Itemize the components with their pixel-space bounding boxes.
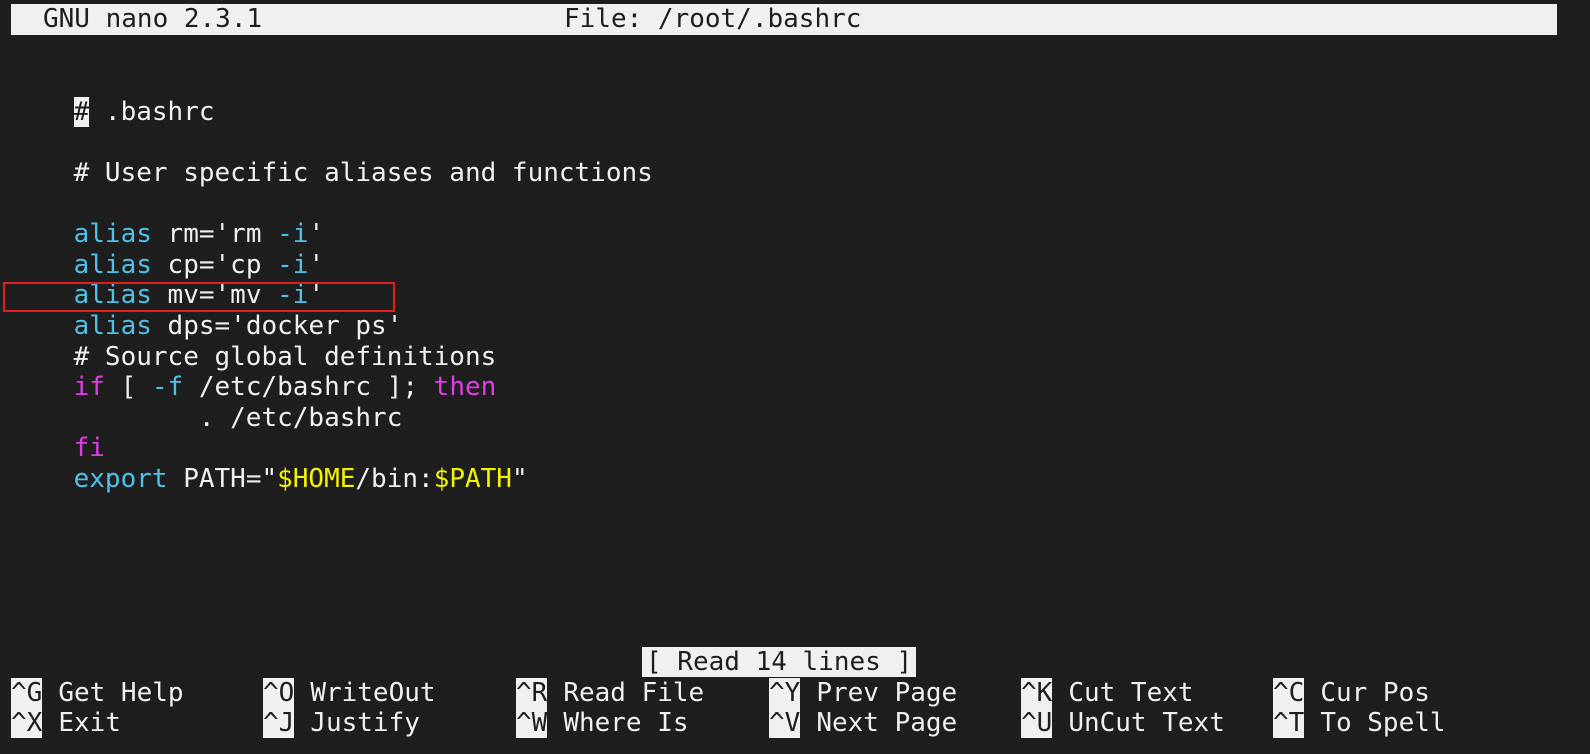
shortcut-label: WriteOut [310, 678, 436, 708]
editor-line-alias-rm[interactable]: alias rm='rm -i' [11, 188, 324, 249]
shortcut-label: Next Page [816, 708, 958, 738]
shortcut-label: Cur Pos [1320, 678, 1430, 708]
editor-line-alias-cp[interactable]: alias cp='cp -i' [11, 219, 324, 280]
shortcut-key: ^C [1273, 678, 1305, 708]
shortcut-label: UnCut Text [1068, 708, 1225, 738]
line-text: /bin: [355, 464, 434, 494]
editor-line-export[interactable]: export PATH="$HOME/bin:$PATH" [11, 433, 528, 494]
shortcut-exit[interactable]: ^X Exit [11, 708, 121, 739]
shortcut-label: Prev Page [816, 678, 958, 708]
shortcut-key: ^W [516, 708, 548, 738]
then-keyword: then [433, 372, 497, 402]
highlight-annotation-box [3, 282, 395, 312]
variable-home: $HOME [277, 464, 356, 494]
shortcut-read-file[interactable]: ^R Read File [516, 678, 704, 709]
shortcut-label: Exit [58, 708, 121, 738]
shortcut-writeout[interactable]: ^O WriteOut [263, 678, 436, 709]
shortcut-key: ^K [1021, 678, 1053, 708]
editor-line-source[interactable]: . /etc/bashrc [11, 372, 403, 433]
shortcut-key: ^T [1273, 708, 1305, 738]
shortcut-key: ^U [1021, 708, 1053, 738]
line-text: . /etc/bashrc [73, 403, 403, 433]
shortcut-uncut-text[interactable]: ^U UnCut Text [1021, 708, 1225, 739]
shortcut-where-is[interactable]: ^W Where Is [516, 708, 689, 739]
shortcut-label: Where Is [563, 708, 689, 738]
shortcut-key: ^Y [769, 678, 801, 708]
line-text: PATH=" [167, 464, 278, 494]
shortcut-justify[interactable]: ^J Justify [263, 708, 420, 739]
shortcut-prev-page[interactable]: ^Y Prev Page [769, 678, 957, 709]
shortcut-label: Cut Text [1068, 678, 1194, 708]
editor-line-source-comment[interactable]: # Source global definitions [11, 311, 497, 372]
file-path: File: /root/.bashrc [564, 4, 862, 34]
shortcut-cur-pos[interactable]: ^C Cur Pos [1273, 678, 1430, 709]
shortcut-key: ^X [11, 708, 43, 738]
shortcut-key: ^V [769, 708, 801, 738]
text-cursor: # [73, 97, 90, 127]
shortcut-key: ^O [263, 678, 295, 708]
editor-line-fi[interactable]: fi [11, 402, 105, 463]
shortcut-get-help[interactable]: ^G Get Help [11, 678, 184, 709]
editor-line-1[interactable]: # .bashrc [11, 66, 215, 127]
line-text: " [511, 464, 528, 494]
export-keyword: export [73, 464, 168, 494]
shortcut-key: ^J [263, 708, 295, 738]
shortcut-label: Get Help [58, 678, 184, 708]
variable-path: $PATH [433, 464, 512, 494]
shortcut-label: Justify [310, 708, 420, 738]
shortcut-key: ^G [11, 678, 43, 708]
editor-line-3[interactable]: # User specific aliases and functions [11, 127, 653, 188]
shortcut-next-page[interactable]: ^V Next Page [769, 708, 957, 739]
editor-line-if[interactable]: if [ -f /etc/bashrc ]; then [11, 341, 497, 402]
comment-text: # User specific aliases and functions [73, 158, 653, 188]
nano-title-bar: GNU nano 2.3.1 File: /root/.bashrc [11, 4, 1557, 35]
shortcut-label: Read File [563, 678, 705, 708]
editor-line-alias-mv[interactable]: alias mv='mv -i' [11, 249, 324, 310]
shortcut-key: ^R [516, 678, 548, 708]
shortcut-label: To Spell [1320, 708, 1446, 738]
status-message: [ Read 14 lines ] [642, 647, 917, 677]
app-version: GNU nano 2.3.1 [43, 4, 263, 34]
shortcut-cut-text[interactable]: ^K Cut Text [1021, 678, 1194, 709]
line-text: .bashrc [89, 97, 215, 127]
shortcut-to-spell[interactable]: ^T To Spell [1273, 708, 1446, 739]
